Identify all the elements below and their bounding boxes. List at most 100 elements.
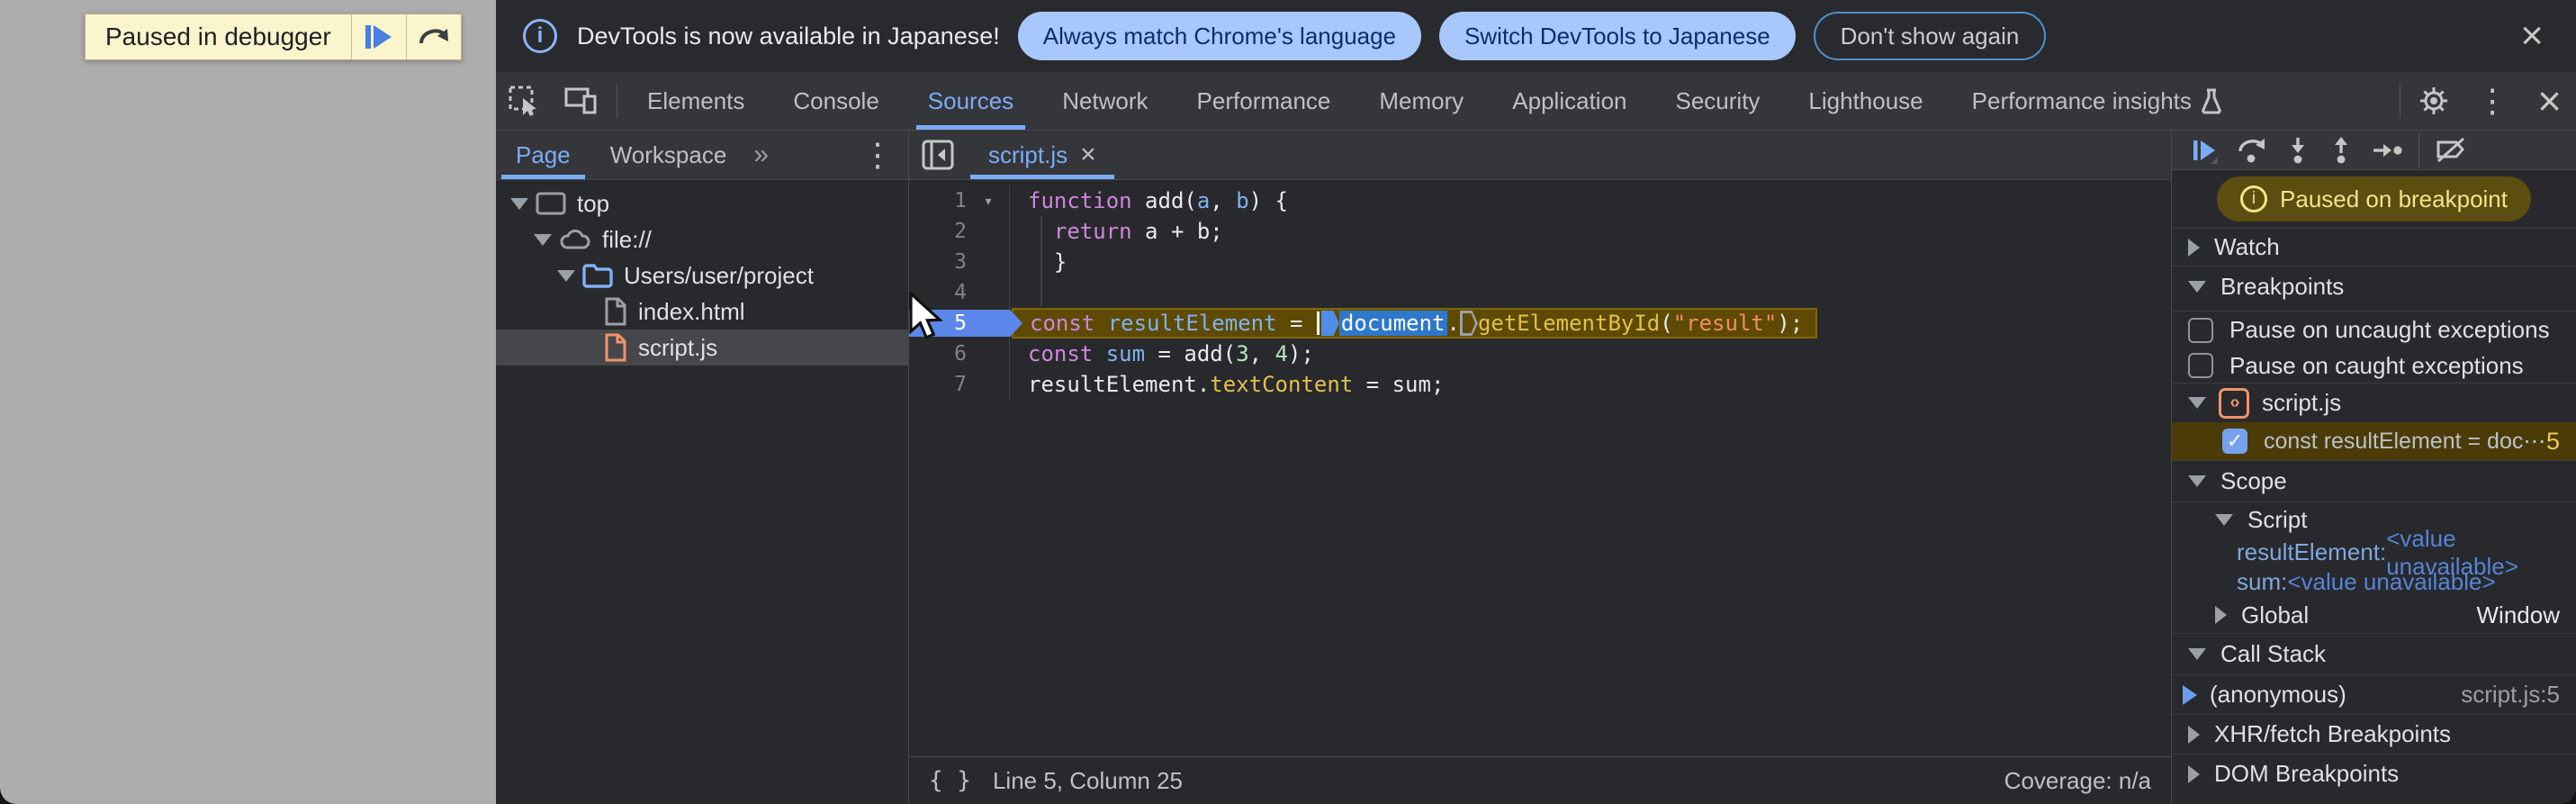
fold-arrow-icon[interactable]: ▾	[984, 192, 994, 211]
close-devtools-button[interactable]: ×	[2523, 80, 2576, 122]
expand-caret-icon[interactable]	[534, 233, 552, 246]
collapse-caret-icon[interactable]	[2188, 281, 2206, 293]
step-out-button[interactable]	[2319, 131, 2363, 169]
editor-tab-script-js[interactable]: script.js ×	[967, 131, 1118, 179]
info-icon: i	[523, 19, 557, 53]
resume-script-button[interactable]	[352, 14, 406, 59]
tree-item-label: index.html	[638, 297, 745, 325]
gutter-line-6[interactable]: 6	[909, 339, 1010, 369]
tab-workspace[interactable]: Workspace	[590, 131, 747, 179]
collapse-caret-icon[interactable]	[2215, 514, 2233, 526]
more-tabs-chevrons[interactable]: »	[746, 140, 776, 170]
tab-memory[interactable]: Memory	[1355, 72, 1488, 130]
section-watch[interactable]: Watch	[2172, 228, 2576, 266]
section-scope[interactable]: Scope	[2172, 460, 2576, 501]
expand-caret-icon[interactable]	[557, 269, 575, 282]
tab-performance-insights[interactable]: Performance insights	[1948, 72, 2247, 130]
collapse-caret-icon[interactable]	[2215, 606, 2227, 624]
tree-item-index-html[interactable]: index.html	[496, 294, 908, 330]
code-line-7[interactable]: 7 resultElement. textContent = sum;	[909, 369, 2171, 400]
inspect-element-button[interactable]	[496, 72, 552, 130]
collapse-caret-icon[interactable]	[2188, 648, 2206, 660]
pretty-print-icon[interactable]: { }	[929, 767, 971, 794]
resume-button[interactable]	[2181, 131, 2228, 169]
code-line-2[interactable]: 2 return a + b;	[909, 216, 2171, 247]
deactivate-breakpoints-icon	[2436, 137, 2464, 162]
tab-application[interactable]: Application	[1488, 72, 1651, 130]
gear-icon	[2420, 87, 2448, 114]
gutter-line-2[interactable]: 2	[909, 216, 1010, 247]
tree-item-script-js[interactable]: script.js	[496, 330, 908, 366]
paused-badge-label: Paused on breakpoint	[2280, 185, 2508, 212]
tree-item-project-folder[interactable]: Users/user/project	[496, 257, 908, 294]
tab-close-icon[interactable]: ×	[1080, 140, 1096, 170]
tab-lighthouse[interactable]: Lighthouse	[1784, 72, 1947, 130]
checkbox-checked[interactable]: ✓	[2222, 429, 2247, 454]
gutter-line-1[interactable]: 1 ▾	[909, 185, 1010, 216]
collapse-caret-icon[interactable]	[2188, 475, 2206, 487]
tab-elements[interactable]: Elements	[623, 72, 769, 130]
infobar-close-icon[interactable]: ×	[2515, 16, 2549, 56]
step-over-button[interactable]	[2228, 131, 2276, 169]
folder-icon	[582, 263, 613, 288]
scope-variable-sum[interactable]: sum: <value unavailable>	[2172, 567, 2576, 597]
line-number[interactable]: 1	[909, 189, 972, 212]
tab-console[interactable]: Console	[769, 72, 903, 130]
section-dom-breakpoints[interactable]: DOM Breakpoints	[2172, 754, 2576, 793]
always-match-language-button[interactable]: Always match Chrome's language	[1017, 12, 1422, 60]
line-number[interactable]: 7	[909, 373, 972, 396]
step-into-icon	[2292, 137, 2304, 163]
scope-variable-resultElement[interactable]: resultElement: <value unavailable>	[2172, 525, 2576, 580]
gutter-line-3[interactable]: 3	[909, 247, 1010, 277]
navigator-pane: Page Workspace » ⋮ top file:// Users/use…	[496, 131, 909, 804]
call-stack-frame[interactable]: (anonymous) script.js:5	[2172, 674, 2576, 714]
tree-item-top[interactable]: top	[496, 185, 908, 221]
line-number[interactable]: 3	[909, 250, 972, 274]
line-number[interactable]: 6	[909, 342, 972, 366]
section-call-stack[interactable]: Call Stack	[2172, 633, 2576, 674]
settings-button[interactable]	[2406, 72, 2462, 130]
device-toolbar-button[interactable]	[552, 72, 611, 130]
tab-network[interactable]: Network	[1038, 72, 1172, 130]
pause-caught-exceptions-row[interactable]: Pause on caught exceptions	[2172, 348, 2576, 383]
execution-line-highlight[interactable]: const resultElement = document. getElemen…	[1012, 308, 1818, 339]
scope-group-global[interactable]: Global Window	[2172, 597, 2576, 633]
text-caret	[1316, 312, 1320, 335]
code-editor[interactable]: 1 ▾ function add(a, b) { 2 return a + b…	[909, 180, 2171, 756]
breakpoint-group-script-js[interactable]: ‹› script.js	[2172, 383, 2576, 422]
collapse-navigator-button[interactable]	[909, 131, 967, 179]
tab-performance[interactable]: Performance	[1173, 72, 1356, 130]
section-breakpoints[interactable]: Breakpoints	[2172, 266, 2576, 307]
collapse-caret-icon[interactable]	[2188, 397, 2206, 409]
navigator-more-button[interactable]: ⋮	[847, 139, 908, 171]
infobar-message: DevTools is now available in Japanese!	[577, 22, 1000, 50]
code-line-6[interactable]: 6 const sum = add(3, 4);	[909, 339, 2171, 369]
pause-uncaught-exceptions-row[interactable]: Pause on uncaught exceptions	[2172, 311, 2576, 348]
step-over-button-toast[interactable]	[407, 14, 461, 59]
code-line-3[interactable]: 3 }	[909, 247, 2171, 277]
more-options-button[interactable]: ⋮	[2462, 85, 2523, 117]
tab-page[interactable]: Page	[496, 131, 590, 179]
collapse-caret-icon[interactable]	[2188, 764, 2200, 783]
tree-item-file-origin[interactable]: file://	[496, 221, 908, 257]
dont-show-again-button[interactable]: Don't show again	[1813, 12, 2047, 60]
code-line-1[interactable]: 1 ▾ function add(a, b) {	[909, 185, 2171, 216]
expand-caret-icon[interactable]	[510, 197, 528, 210]
deactivate-breakpoints-button[interactable]	[2425, 131, 2477, 169]
code-line-4[interactable]: 4	[909, 277, 2171, 308]
section-xhr-breakpoints[interactable]: XHR/fetch Breakpoints	[2172, 714, 2576, 754]
tab-security[interactable]: Security	[1652, 72, 1785, 130]
collapse-caret-icon[interactable]	[2188, 238, 2200, 257]
tab-sources[interactable]: Sources	[904, 72, 1038, 130]
collapse-caret-icon[interactable]	[2188, 725, 2200, 744]
switch-to-japanese-button[interactable]: Switch DevTools to Japanese	[1439, 12, 1796, 60]
checkbox-unchecked[interactable]	[2188, 317, 2213, 343]
code-line-5-paused[interactable]: 5 const resultElement = document. getElem…	[909, 308, 2171, 339]
step-button[interactable]	[2363, 131, 2413, 169]
line-number[interactable]: 2	[909, 220, 972, 243]
file-icon	[604, 297, 627, 326]
checkbox-unchecked[interactable]	[2188, 353, 2213, 378]
gutter-line-7[interactable]: 7	[909, 369, 1010, 400]
breakpoint-entry[interactable]: ✓ const resultElement = doc⋯ 5	[2172, 422, 2576, 460]
step-into-button[interactable]	[2276, 131, 2319, 169]
